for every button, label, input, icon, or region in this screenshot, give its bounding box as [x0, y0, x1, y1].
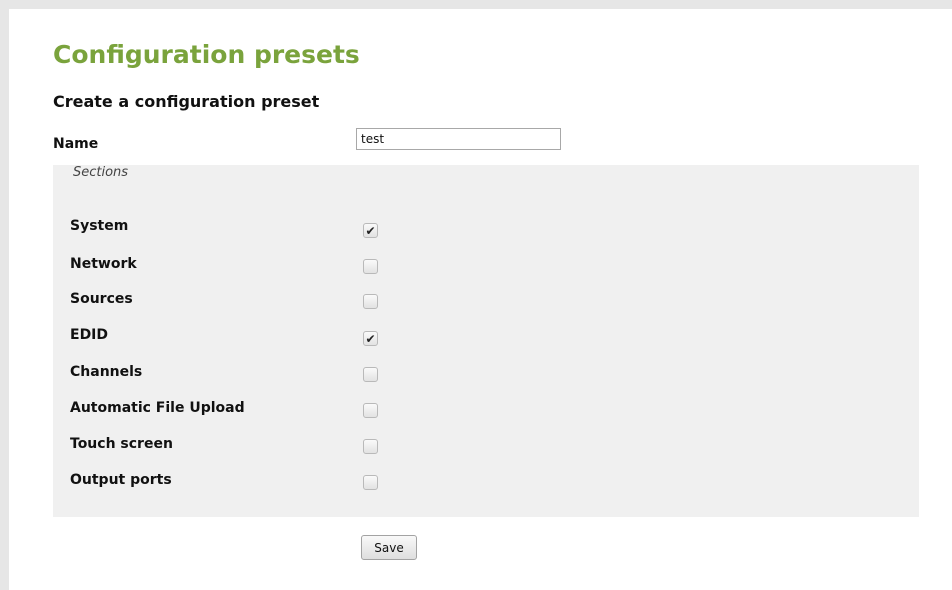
name-input[interactable] — [356, 128, 561, 150]
touch-screen-label: Touch screen — [70, 436, 173, 452]
edid-checkbox[interactable]: ✔ — [363, 331, 378, 346]
output-ports-checkbox[interactable] — [363, 475, 378, 490]
channels-label: Channels — [70, 364, 143, 380]
automatic-file-upload-checkbox[interactable] — [363, 403, 378, 418]
sources-checkbox[interactable] — [363, 294, 378, 309]
network-label: Network — [70, 256, 137, 272]
system-label: System — [70, 218, 129, 234]
checkmark-icon: ✔ — [365, 223, 376, 238]
sections-legend: Sections — [73, 165, 129, 180]
save-button[interactable]: Save — [361, 535, 417, 560]
automatic-file-upload-label: Automatic File Upload — [70, 400, 245, 416]
edid-label: EDID — [70, 327, 109, 343]
network-checkbox[interactable] — [363, 259, 378, 274]
checkmark-icon: ✔ — [365, 331, 376, 346]
sources-label: Sources — [70, 291, 133, 307]
output-ports-label: Output ports — [70, 472, 172, 488]
section-heading: Create a configuration preset — [53, 92, 320, 111]
page-title: Configuration presets — [53, 40, 360, 69]
name-label: Name — [53, 136, 99, 152]
channels-checkbox[interactable] — [363, 367, 378, 382]
touch-screen-checkbox[interactable] — [363, 439, 378, 454]
sections-fieldset — [53, 165, 919, 517]
system-checkbox[interactable]: ✔ — [363, 223, 378, 238]
